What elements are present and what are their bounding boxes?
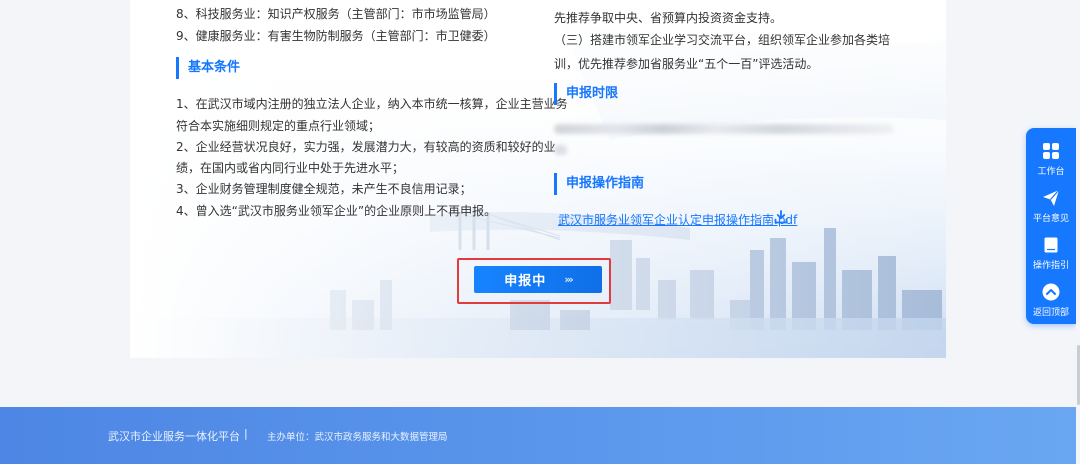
- section-title-conditions: 基本条件: [176, 57, 240, 79]
- floating-sidebar: 工作台 平台意见 操作指引 返回顶部: [1026, 128, 1076, 324]
- sidebar-item-label: 操作指引: [1032, 261, 1069, 271]
- industry-item-9: 9、健康服务业：有害生物防制服务（主管部门：市卫健委）: [176, 29, 496, 43]
- policy-text-tail: 先推荐争取中央、省预算内投资资金支持。: [554, 11, 783, 25]
- sidebar-item-label: 返回顶部: [1032, 308, 1069, 318]
- section-title-guide: 申报操作指南: [554, 173, 644, 195]
- sidebar-item-label: 平台意见: [1032, 214, 1069, 224]
- sidebar-item-guide[interactable]: 操作指引: [1026, 230, 1076, 276]
- section-title-deadline: 申报时限: [554, 83, 618, 105]
- policy-detail-card: 8、科技服务业：知识产权服务（主管部门：市市场监管局） 9、健康服务业：有害生物…: [130, 0, 946, 358]
- book-icon: [1044, 237, 1058, 253]
- condition-line: 3、企业财务管理制度健全规范，未产生不良信用记录；: [176, 182, 472, 196]
- site-footer: 武汉市企业服务一体化平台 | 主办单位：武汉市政务服务和大数据管理局: [0, 407, 1080, 464]
- blurred-deadline-text: [554, 124, 894, 134]
- sidebar-item-feedback[interactable]: 平台意见: [1026, 183, 1076, 229]
- footer-brand: 武汉市企业服务一体化平台: [108, 430, 240, 443]
- guide-pdf-link[interactable]: 武汉市服务业领军企业认定申报操作指南.pdf: [558, 208, 797, 232]
- apply-button-label: 申报中: [504, 274, 547, 289]
- condition-line: 1、在武汉市域内注册的独立法人企业，纳入本市统一核算，企业主营业务: [176, 97, 568, 111]
- industry-item-8: 8、科技服务业：知识产权服务（主管部门：市市场监管局）: [176, 7, 496, 21]
- blurred-deadline-text: [554, 145, 568, 155]
- policy-text-three: （三）搭建市领军企业学习交流平台，组织领军企业参加各类培训，优先推荐参加省服务业…: [554, 33, 891, 71]
- sidebar-item-workbench[interactable]: 工作台: [1026, 136, 1076, 182]
- sidebar-item-label: 工作台: [1037, 167, 1065, 177]
- download-icon[interactable]: [774, 210, 788, 224]
- footer-separator: |: [244, 427, 248, 440]
- chevron-up-circle-icon: [1042, 283, 1060, 301]
- grid-icon: [1043, 143, 1059, 159]
- sidebar-item-back-to-top[interactable]: 返回顶部: [1026, 277, 1076, 323]
- condition-line: 4、曾入选“武汉市服务业领军企业”的企业原则上不再申报。: [176, 204, 497, 218]
- paper-plane-icon: [1043, 189, 1060, 206]
- apply-button[interactable]: 申报中 ›››: [474, 266, 602, 293]
- footer-host-org: 主办单位：武汉市政务服务和大数据管理局: [267, 432, 448, 443]
- triple-chevron-icon: ›››: [564, 273, 574, 286]
